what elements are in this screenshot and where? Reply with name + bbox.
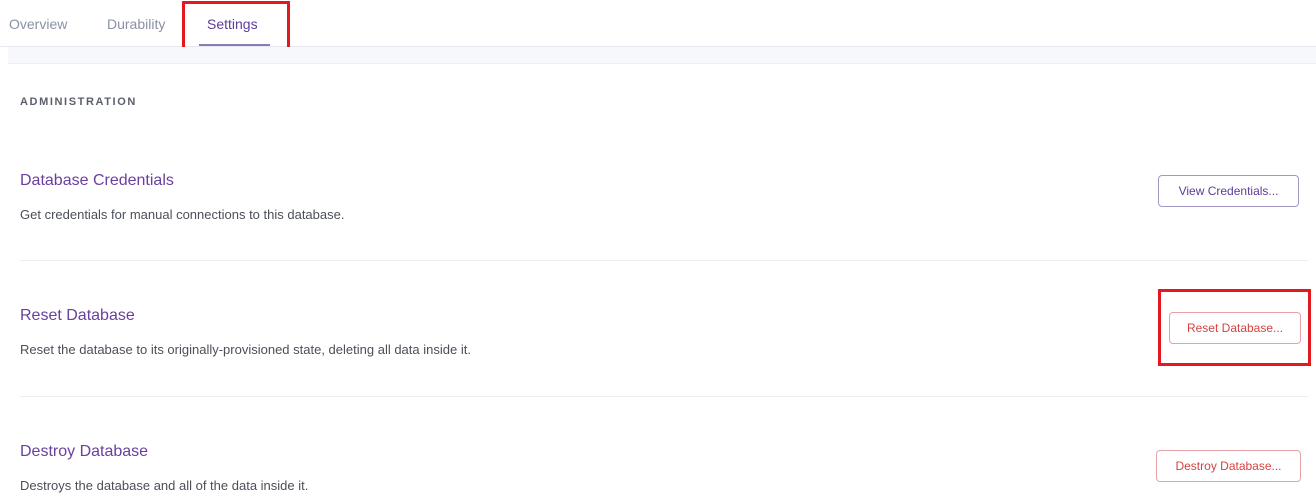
divider	[20, 396, 1308, 397]
tab-durability[interactable]: Durability	[107, 16, 165, 32]
destroy-database-button[interactable]: Destroy Database...	[1156, 450, 1301, 482]
destroy-database-description: Destroys the database and all of the dat…	[20, 478, 309, 493]
reset-database-description: Reset the database to its originally-pro…	[20, 342, 471, 357]
section-heading: ADMINISTRATION	[20, 96, 137, 108]
divider	[20, 260, 1308, 261]
destroy-database-title: Destroy Database	[20, 443, 149, 460]
content-top-strip	[8, 47, 1316, 64]
tab-overview[interactable]: Overview	[9, 16, 67, 32]
tab-bar: Overview Durability Settings	[0, 0, 1316, 47]
tab-settings[interactable]: Settings	[207, 16, 258, 32]
active-tab-indicator	[199, 44, 270, 46]
database-credentials-description: Get credentials for manual connections t…	[20, 207, 345, 222]
database-credentials-title: Database Credentials	[20, 172, 174, 189]
view-credentials-button[interactable]: View Credentials...	[1158, 175, 1299, 207]
reset-database-title: Reset Database	[20, 307, 135, 324]
reset-database-button[interactable]: Reset Database...	[1169, 312, 1301, 344]
